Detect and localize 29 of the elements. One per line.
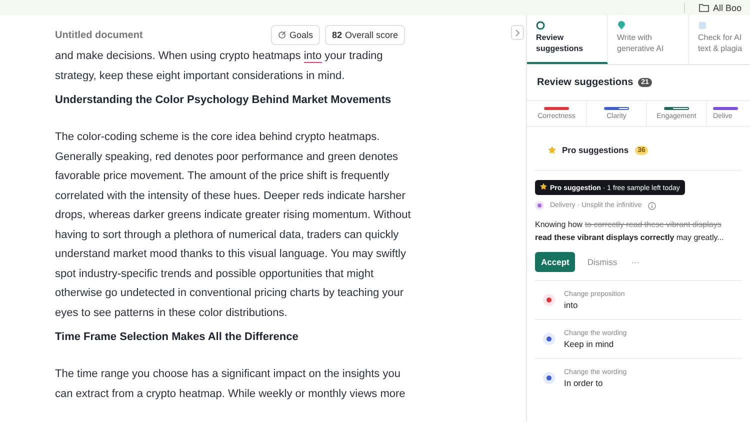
panel-heading: Review suggestions <box>537 77 634 88</box>
pro-suggestions-label: Pro suggestions <box>562 145 629 155</box>
more-button[interactable]: ··· <box>629 257 642 267</box>
suggestion-text: Knowing how to correctly read these vibrant displays read these vibrant displays correctly may greatly... <box>535 219 725 244</box>
star-icon <box>540 183 547 190</box>
body-paragraph: The color-coding scheme is the core idea behind crypto heatmaps. Generally speaking, red denotes poor performance and green denotes favorable price movement. The amount of the price shift is frequently correlated with the intensity of these hues. Deeper reds indicate harsher drops, whereas darker greens indicate greater rising momentum. Without having to sort through a plethora of numerical data, traders can quickly understand market mood thanks to this visual language. You may swiftly spot industry-specific trends and possible opportunities that might otherwise go undetected in conventional pricing charts by teaching your eyes to see patterns in these color distributions. <box>55 130 412 320</box>
body-paragraph: The time range you choose has a significant impact on the insights you can extract from a crypto heatmap. While weekly or monthly views more <box>55 367 406 402</box>
circle-logo-icon <box>536 21 545 30</box>
document-title: Untitled document <box>55 30 144 40</box>
info-icon <box>648 202 656 210</box>
folder-link[interactable]: All Boo <box>684 2 750 12</box>
target-icon <box>278 31 286 39</box>
overall-score-button[interactable]: 82 Overall score <box>324 25 405 45</box>
star-icon <box>548 146 556 154</box>
panel-tab[interactable]: Review suggestions <box>527 15 608 64</box>
category-icon <box>543 333 555 345</box>
chevron-right-icon <box>515 28 520 36</box>
folder-icon <box>699 4 709 12</box>
section-heading: Understanding the Color Psychology Behind Market Movements <box>55 93 392 108</box>
section-heading: Time Frame Selection Makes All the Difference <box>55 330 300 345</box>
category-icon <box>543 294 555 306</box>
dot-icon <box>535 201 544 210</box>
accept-button[interactable]: Accept <box>535 252 576 272</box>
category-icon <box>543 372 555 384</box>
goals-button[interactable]: Goals <box>271 25 320 45</box>
body-paragraph: and make decisions. When using crypto heatmaps into your trading strategy, keep these eight important considerations in mind. <box>55 49 384 84</box>
pin-icon <box>617 21 626 30</box>
dismiss-button[interactable]: Dismiss <box>585 257 620 267</box>
collapse-button[interactable] <box>511 25 524 40</box>
